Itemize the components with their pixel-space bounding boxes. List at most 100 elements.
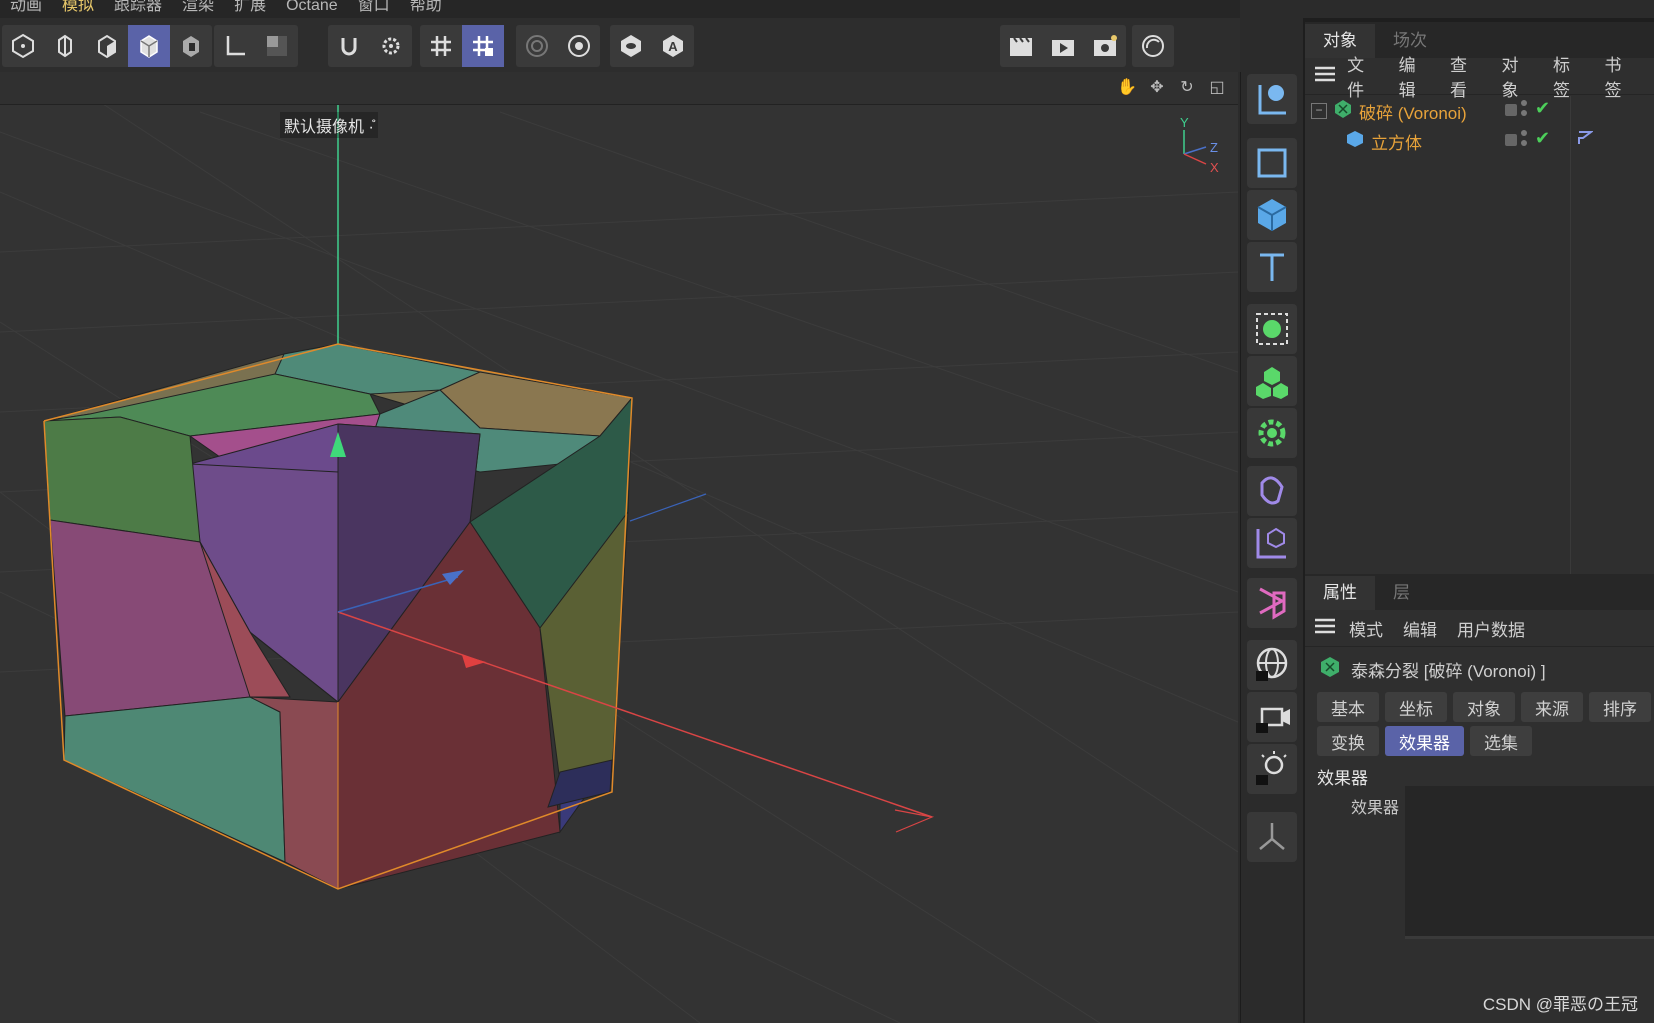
attributes-tabs: 属性 层 (1305, 574, 1654, 610)
right-panel: 对象 场次 文件 编辑 查看 对象 标签 书签 − 破碎 (Voronoi) 立… (1303, 18, 1654, 1023)
grid-button[interactable] (420, 25, 462, 67)
rotate-view-icon[interactable]: ↻ (1176, 76, 1198, 98)
tab-transform[interactable]: 变换 (1317, 726, 1379, 756)
tab-effectors[interactable]: 效果器 (1385, 726, 1464, 756)
pan-hand-icon[interactable]: ✋ (1116, 76, 1138, 98)
tab-sorting[interactable]: 排序 (1589, 692, 1651, 722)
tab-source[interactable]: 来源 (1521, 692, 1583, 722)
hamburger-icon[interactable] (1313, 617, 1339, 640)
environment-button[interactable] (1247, 640, 1297, 690)
viewport-solo-button[interactable] (610, 25, 652, 67)
object-row-voronoi[interactable]: − 破碎 (Voronoi) (1311, 96, 1467, 126)
effector-button[interactable] (1247, 408, 1297, 458)
object-manager-menu: 文件 编辑 查看 对象 标签 书签 (1305, 56, 1654, 100)
object-name[interactable]: 立方体 (1371, 129, 1422, 154)
model-mode-button[interactable] (128, 25, 170, 67)
enabled-check-icon[interactable]: ✔ (1535, 128, 1550, 149)
enabled-check-icon[interactable]: ✔ (1535, 98, 1550, 119)
menu-mode[interactable]: 模式 (1349, 616, 1383, 641)
axis-mode-button[interactable] (214, 25, 256, 67)
workplane-group (516, 25, 600, 67)
menu-bookmarks[interactable]: 书签 (1605, 51, 1636, 101)
light-button[interactable] (1247, 744, 1297, 794)
tab-basic[interactable]: 基本 (1317, 692, 1379, 722)
object-row-cube[interactable]: 立方体 (1345, 126, 1422, 156)
solo-button[interactable] (256, 25, 298, 67)
object-name[interactable]: 破碎 (Voronoi) (1359, 99, 1467, 124)
watermark: CSDN @罪恶の王冠 (1482, 995, 1638, 1014)
eye-icon (621, 35, 641, 57)
move-view-icon[interactable]: ✥ (1146, 76, 1168, 98)
cube-button[interactable] (1247, 190, 1297, 240)
menu-tags[interactable]: 标签 (1553, 51, 1584, 101)
menu-extensions[interactable]: 扩展 (224, 0, 276, 14)
mograph-button[interactable] (1247, 356, 1297, 406)
tab-attributes[interactable]: 属性 (1305, 576, 1375, 610)
menu-render[interactable]: 渲染 (172, 0, 224, 14)
uv-mode-button[interactable] (170, 25, 212, 67)
visibility-edit-icon[interactable] (1505, 104, 1517, 116)
render-view-button[interactable] (1000, 25, 1042, 67)
edges-mode-button[interactable] (44, 25, 86, 67)
menu-octane[interactable]: Octane (276, 0, 348, 14)
auto-key-button[interactable]: A (652, 25, 694, 67)
camera-button[interactable] (1247, 692, 1297, 742)
points-mode-button[interactable] (2, 25, 44, 67)
menu-simulate[interactable]: 模拟 (52, 0, 104, 14)
tab-layers[interactable]: 层 (1375, 576, 1428, 610)
polygons-mode-button[interactable] (86, 25, 128, 67)
settings-button[interactable] (558, 25, 600, 67)
octane-button[interactable] (1132, 25, 1174, 67)
scene-button[interactable] (1247, 812, 1297, 862)
column-divider (1570, 96, 1571, 592)
text-button[interactable] (1247, 242, 1297, 292)
tag-icon[interactable] (1577, 130, 1594, 151)
camera-label[interactable]: 默认摄像机 ·̊ (280, 112, 378, 138)
render-picture-viewer-button[interactable] (1042, 25, 1084, 67)
spline-icon (1259, 587, 1286, 620)
render-settings-button[interactable] (1084, 25, 1126, 67)
cloner-button[interactable] (1247, 304, 1297, 354)
tab-object[interactable]: 对象 (1453, 692, 1515, 722)
polygons-mode-icon (98, 34, 116, 59)
menu-view[interactable]: 查看 (1450, 51, 1481, 101)
menu-object[interactable]: 对象 (1502, 51, 1533, 101)
snap-button[interactable] (328, 25, 370, 67)
attributes-title-row: 泰森分裂 [破碎 (Voronoi) ] (1319, 656, 1546, 683)
maximize-view-icon[interactable]: ◱ (1206, 76, 1228, 98)
menu-bar: 动画 模拟 跟踪器 渲染 扩展 Octane 窗口 帮助 (0, 0, 1240, 18)
render-visibility-dot[interactable] (1521, 140, 1527, 146)
visibility-edit-icon[interactable] (1505, 134, 1517, 146)
menu-tracker[interactable]: 跟踪器 (104, 0, 172, 14)
render-visibility-dot[interactable] (1521, 110, 1527, 116)
editor-visibility-dot[interactable] (1521, 100, 1527, 106)
3d-viewport[interactable]: Y Z X ✋ ✥ ↻ ◱ 默认摄像机 ·̊ (0, 72, 1238, 1023)
menu-window[interactable]: 窗口 (348, 0, 400, 14)
tab-coordinates[interactable]: 坐标 (1385, 692, 1447, 722)
editor-visibility-dot[interactable] (1521, 130, 1527, 136)
svg-text:A: A (668, 39, 678, 54)
menu-edit[interactable]: 编辑 (1399, 51, 1430, 101)
lock-grid-button[interactable] (462, 25, 504, 67)
menu-animation[interactable]: 动画 (0, 0, 52, 14)
effectors-list-box[interactable] (1405, 786, 1654, 939)
snap-settings-button[interactable] (370, 25, 412, 67)
model-mode-icon (140, 35, 158, 58)
generator-button[interactable] (1247, 518, 1297, 568)
attributes-subtabs-row2: 变换 效果器 选集 (1317, 726, 1532, 756)
mode-group (2, 25, 212, 67)
menu-help[interactable]: 帮助 (400, 0, 452, 14)
soft-selection-button[interactable] (516, 25, 558, 67)
uv-mode-icon (183, 36, 199, 57)
tab-selections[interactable]: 选集 (1470, 726, 1532, 756)
collapse-toggle-icon[interactable]: − (1311, 103, 1327, 119)
move-tool-button[interactable] (1247, 74, 1297, 124)
menu-edit[interactable]: 编辑 (1403, 616, 1437, 641)
menu-file[interactable]: 文件 (1347, 51, 1378, 101)
menu-user-data[interactable]: 用户数据 (1457, 616, 1525, 641)
settings-icon (568, 35, 590, 57)
spline-button[interactable] (1247, 578, 1297, 628)
hamburger-icon[interactable] (1313, 65, 1337, 88)
null-object-button[interactable] (1247, 138, 1297, 188)
deformer-button[interactable] (1247, 466, 1297, 516)
